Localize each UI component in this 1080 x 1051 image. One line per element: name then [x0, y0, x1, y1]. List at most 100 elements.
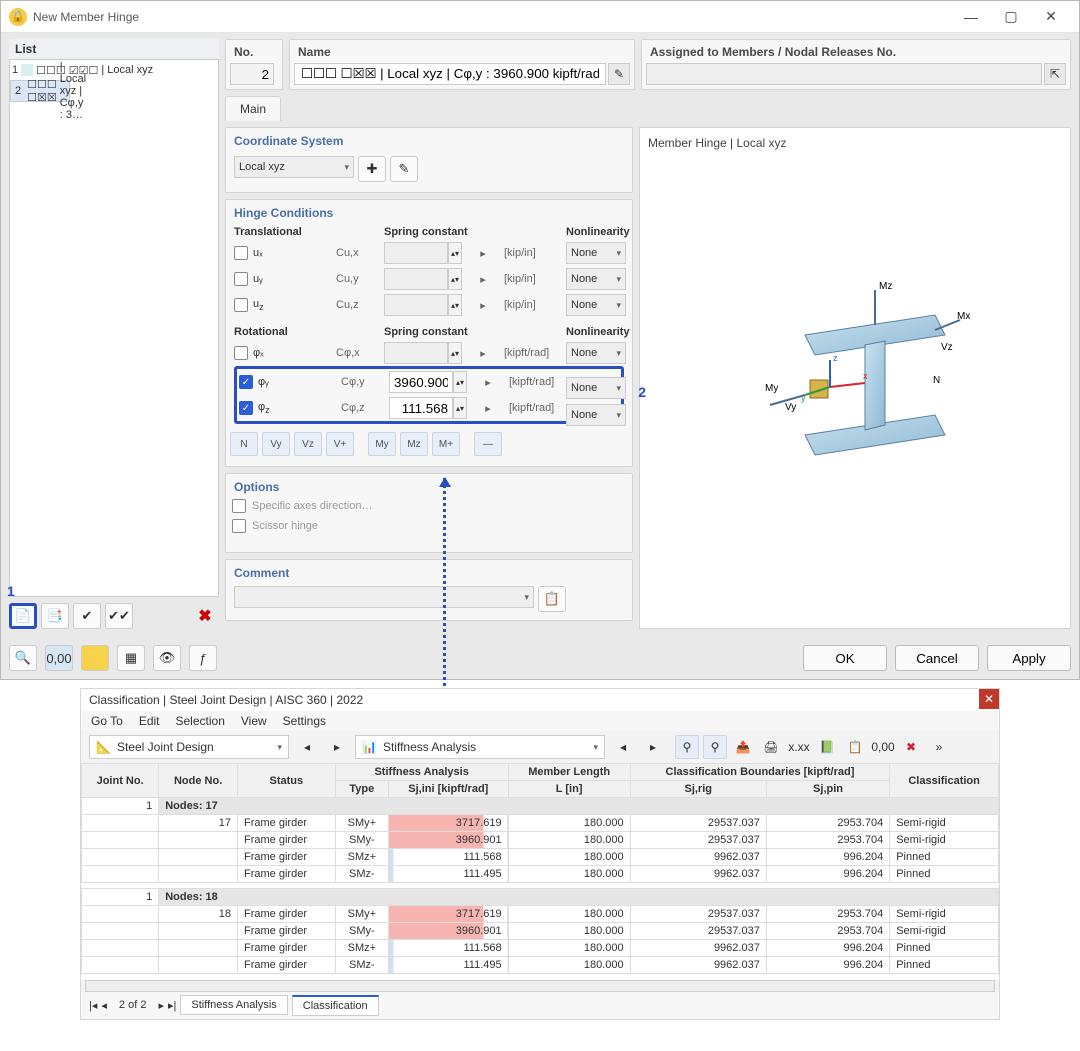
uy-checkbox[interactable] — [234, 272, 248, 286]
help-icon[interactable]: 🔍 — [9, 645, 37, 671]
filter2-icon[interactable]: ⚲ — [703, 735, 727, 759]
delete2-icon[interactable]: ✖ — [899, 735, 923, 759]
color-icon[interactable] — [81, 645, 109, 671]
n-preset-icon[interactable]: N — [230, 432, 258, 456]
combo2-prev-icon[interactable]: ◂ — [611, 735, 635, 759]
my-preset-icon[interactable]: My — [368, 432, 396, 456]
export-icon[interactable]: 📤 — [731, 735, 755, 759]
tab-stiffness[interactable]: Stiffness Analysis — [180, 995, 287, 1015]
table-row[interactable]: Frame girderSMy-3960.901180.00029537.037… — [82, 923, 999, 940]
uz-checkbox[interactable] — [234, 298, 248, 312]
apply-button[interactable]: Apply — [987, 645, 1071, 671]
uz-more-icon[interactable]: ▸ — [476, 294, 490, 316]
copy-item-button[interactable]: 📑 — [41, 603, 69, 629]
comment-library-icon[interactable]: 📋 — [538, 586, 566, 612]
tab-main[interactable]: Main — [225, 96, 281, 121]
menu-edit[interactable]: Edit — [139, 714, 160, 728]
comment-input[interactable]: ▾ — [234, 586, 534, 608]
menu-selection[interactable]: Selection — [176, 714, 225, 728]
tab-classification[interactable]: Classification — [292, 995, 379, 1016]
coord-panel: Coordinate System Local xyz▾ ✚ ✎ — [225, 127, 633, 193]
table-row[interactable]: Frame girderSMy-3960.901180.00029537.037… — [82, 832, 999, 849]
vyvz-preset-icon[interactable]: V+ — [326, 432, 354, 456]
phiz-nonlin-select[interactable]: None▾ — [566, 404, 626, 426]
format-icon[interactable]: x.xx — [787, 735, 811, 759]
preview-3d-view[interactable]: Mz Vz Mx N My Vy x y z — [648, 150, 1062, 620]
combo-prev-icon[interactable]: ◂ — [295, 735, 319, 759]
combo-design[interactable]: 📐Steel Joint Design▾ — [89, 735, 289, 759]
filter-icon[interactable]: ⚲ — [675, 735, 699, 759]
view-icon[interactable]: 👁 — [153, 645, 181, 671]
menu-view[interactable]: View — [241, 714, 267, 728]
coord-select[interactable]: Local xyz▾ — [234, 156, 354, 178]
list-body[interactable]: 1 ☐☐☐ ☑☑☐ | Local xyz 2 ☐☐☐ ☐☒☒ | Local … — [9, 59, 219, 597]
more-icon[interactable]: » — [927, 735, 951, 759]
phix-more-icon[interactable]: ▸ — [476, 342, 490, 364]
nav-next-icon[interactable]: ▸ — [158, 999, 164, 1012]
table-row[interactable]: 17Frame girderSMy+3717.619180.00029537.0… — [82, 815, 999, 832]
coord-new-icon[interactable]: ✚ — [358, 156, 386, 182]
nav-first-icon[interactable]: |◂ — [89, 999, 97, 1012]
table-row[interactable]: Frame girderSMz+111.568180.0009962.03799… — [82, 849, 999, 866]
mz-preset-icon[interactable]: Mz — [400, 432, 428, 456]
phiz-value[interactable] — [389, 397, 453, 419]
ok-button[interactable]: OK — [803, 645, 887, 671]
phiy-value[interactable] — [389, 371, 453, 393]
assigned-input[interactable] — [646, 63, 1042, 85]
close-button[interactable]: ✕ — [1031, 3, 1071, 31]
ux-nonlin-select[interactable]: None▾ — [566, 242, 626, 264]
table-icon[interactable]: ▦ — [117, 645, 145, 671]
ux-checkbox[interactable] — [234, 246, 248, 260]
units-icon[interactable]: 0,00 — [45, 645, 73, 671]
excel-icon[interactable]: 📗 — [815, 735, 839, 759]
print-icon[interactable]: 🖨 — [759, 735, 783, 759]
clear-preset-icon[interactable]: — — [474, 432, 502, 456]
list-item-2[interactable]: 2 ☐☐☐ ☐☒☒ | Local xyz | Cφ,y : 3… — [10, 80, 70, 102]
phix-checkbox[interactable] — [234, 346, 248, 360]
check-all-button[interactable]: ✔✔ — [105, 603, 133, 629]
pick-member-icon[interactable]: ⇱ — [1044, 63, 1066, 85]
list-item-1[interactable]: 1 ☐☐☐ ☑☑☐ | Local xyz — [10, 60, 218, 80]
uy-nonlin-select[interactable]: None▾ — [566, 268, 626, 290]
menu-settings[interactable]: Settings — [283, 714, 326, 728]
vy-preset-icon[interactable]: Vy — [262, 432, 290, 456]
mymz-preset-icon[interactable]: M+ — [432, 432, 460, 456]
phiy-nonlin-select[interactable]: None▾ — [566, 377, 626, 399]
maximize-button[interactable]: ▢ — [991, 3, 1031, 31]
nav-last-icon[interactable]: ▸| — [168, 999, 176, 1012]
units2-icon[interactable]: 0,00 — [871, 735, 895, 759]
ux-more-icon[interactable]: ▸ — [476, 242, 490, 264]
menu-goto[interactable]: Go To — [91, 714, 123, 728]
cancel-button[interactable]: Cancel — [895, 645, 979, 671]
annotation-2: 2 — [638, 384, 646, 400]
name-input[interactable] — [294, 63, 606, 85]
phiz-checkbox[interactable]: ✓ — [239, 401, 253, 415]
copy-icon[interactable]: 📋 — [843, 735, 867, 759]
combo-next-icon[interactable]: ▸ — [325, 735, 349, 759]
new-item-button[interactable]: 📄 — [9, 603, 37, 629]
check-button[interactable]: ✔ — [73, 603, 101, 629]
phiy-more-icon[interactable]: ▸ — [481, 371, 495, 393]
uy-more-icon[interactable]: ▸ — [476, 268, 490, 290]
phix-nonlin-select[interactable]: None▾ — [566, 342, 626, 364]
phiz-more-icon[interactable]: ▸ — [481, 397, 495, 419]
uz-nonlin-select[interactable]: None▾ — [566, 294, 626, 316]
delete-button[interactable]: ✖ — [191, 603, 219, 629]
horizontal-scrollbar[interactable] — [85, 980, 995, 992]
table-row[interactable]: 18Frame girderSMy+3717.619180.00029537.0… — [82, 906, 999, 923]
table-row[interactable]: Frame girderSMz-111.495180.0009962.03799… — [82, 957, 999, 974]
phiy-checkbox[interactable]: ✓ — [239, 375, 253, 389]
minimize-button[interactable]: — — [951, 3, 991, 31]
combo-analysis[interactable]: 📊Stiffness Analysis▾ — [355, 735, 605, 759]
combo2-next-icon[interactable]: ▸ — [641, 735, 665, 759]
nav-prev-icon[interactable]: ◂ — [101, 999, 107, 1012]
no-input[interactable] — [230, 63, 274, 85]
classification-table[interactable]: Joint No. Node No. Status Stiffness Anal… — [81, 763, 999, 980]
class-close-button[interactable]: ✕ — [979, 689, 999, 709]
script-icon[interactable]: ƒ — [189, 645, 217, 671]
table-row[interactable]: Frame girderSMz-111.495180.0009962.03799… — [82, 866, 999, 883]
coord-edit-icon[interactable]: ✎ — [390, 156, 418, 182]
table-row[interactable]: Frame girderSMz+111.568180.0009962.03799… — [82, 940, 999, 957]
edit-name-icon[interactable]: ✎ — [608, 63, 630, 85]
vz-preset-icon[interactable]: Vz — [294, 432, 322, 456]
